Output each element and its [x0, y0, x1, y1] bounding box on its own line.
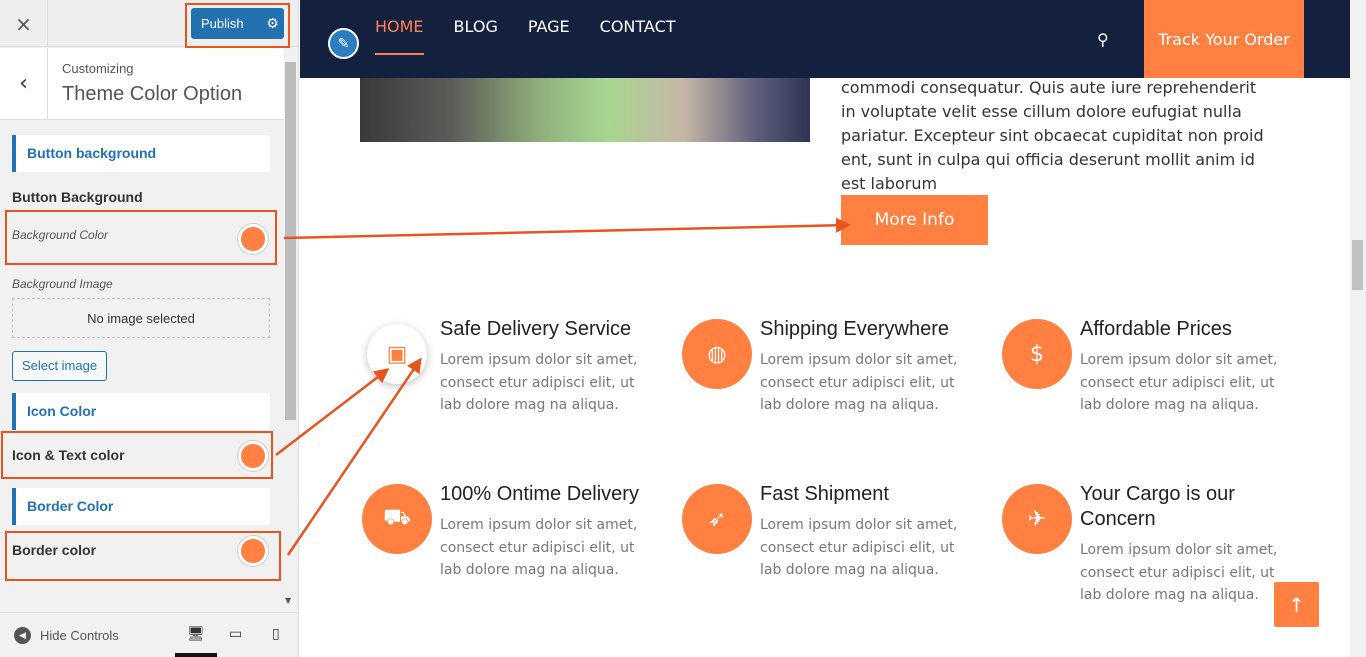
back-button[interactable]: ‹ [0, 48, 48, 119]
hide-controls-label: Hide Controls [40, 628, 119, 643]
hero-paragraph: commodi consequatur. Quis aute iure repr… [841, 78, 1264, 193]
tablet-icon[interactable]: ▭ [229, 626, 242, 642]
car-icon: ⛟ [362, 484, 432, 554]
customizer-sidebar: × Publish ⚙ ‹ Customizing Theme Color Op… [0, 0, 299, 657]
feature-card: ▣ Safe Delivery Service Lorem ipsum dolo… [362, 318, 662, 449]
more-info-button[interactable]: More Info [841, 195, 988, 245]
background-image-label: Background Image [12, 277, 113, 291]
feature-title: Affordable Prices [1080, 318, 1232, 340]
site-preview: ✎ HOME BLOG PAGE CONTACT ⚲ Track Your Or… [300, 0, 1366, 657]
dollar-icon: $ [1002, 319, 1072, 389]
border-color-section: Border Color [12, 488, 270, 525]
feature-card: ✈ Your Cargo is our Concern Lorem ipsum … [1002, 483, 1302, 614]
sidebar-scrollbar[interactable] [285, 62, 296, 420]
track-order-button[interactable]: Track Your Order [1144, 0, 1304, 78]
edit-pencil-icon[interactable]: ✎ [328, 28, 359, 59]
hide-controls-button[interactable]: ◀ Hide Controls [14, 627, 119, 644]
feature-title: Fast Shipment [760, 483, 889, 505]
preview-scrollbar[interactable] [1350, 0, 1366, 657]
site-header: ✎ HOME BLOG PAGE CONTACT ⚲ Track Your Or… [300, 0, 1350, 78]
feature-card: $ Affordable Prices Lorem ipsum dolor si… [1002, 318, 1302, 449]
feature-card: ➶ Fast Shipment Lorem ipsum dolor sit am… [682, 483, 982, 614]
button-background-section: Button background [12, 135, 270, 172]
highlight-border-color [5, 531, 281, 581]
plane-icon: ✈ [1002, 484, 1072, 554]
arrow-up-icon: ↑ [1288, 592, 1305, 617]
main-nav: HOME BLOG PAGE CONTACT [375, 17, 676, 55]
feature-title: Shipping Everywhere [760, 318, 949, 340]
desktop-icon[interactable]: 🖥 [187, 626, 205, 642]
highlight-publish [185, 3, 290, 48]
nav-home[interactable]: HOME [375, 17, 424, 55]
feature-title: Your Cargo is our Concern [1080, 483, 1235, 530]
collapse-icon: ◀ [14, 627, 31, 644]
feature-card: ◍ Shipping Everywhere Lorem ipsum dolor … [682, 318, 982, 449]
close-icon: × [15, 11, 32, 36]
hero-image [360, 78, 810, 142]
customizer-footer: ◀ Hide Controls 🖥 ▭ ▯ [0, 612, 298, 657]
nav-contact[interactable]: CONTACT [600, 17, 676, 55]
feature-text: Lorem ipsum dolor sit amet, consect etur… [440, 352, 638, 413]
no-image-placeholder: No image selected [12, 298, 270, 338]
search-icon[interactable]: ⚲ [1097, 30, 1109, 49]
preview-scroll-thumb[interactable] [1352, 240, 1363, 290]
chevron-left-icon: ‹ [19, 71, 28, 96]
mobile-icon[interactable]: ▯ [272, 626, 280, 642]
section-title: Theme Color Option [62, 83, 243, 105]
shopping-bag-icon: ▣ [367, 324, 427, 384]
back-to-top-button[interactable]: ↑ [1274, 582, 1319, 627]
active-device-indicator [175, 653, 217, 657]
highlight-icon-text-color [1, 431, 273, 479]
feature-text: Lorem ipsum dolor sit amet, consect etur… [440, 517, 638, 578]
feature-text: Lorem ipsum dolor sit amet, consect etur… [1080, 352, 1278, 413]
feature-text: Lorem ipsum dolor sit amet, consect etur… [760, 517, 958, 578]
feature-title: Safe Delivery Service [440, 318, 632, 340]
button-background-title: Button Background [12, 189, 143, 205]
feature-card: ⛟ 100% Ontime Delivery Lorem ipsum dolor… [362, 483, 662, 614]
globe-icon: ◍ [682, 319, 752, 389]
nav-page[interactable]: PAGE [528, 17, 570, 55]
scroll-down-icon[interactable]: ▼ [285, 596, 291, 605]
nav-blog[interactable]: BLOG [454, 17, 498, 55]
feature-title: 100% Ontime Delivery [440, 483, 639, 505]
feature-text: Lorem ipsum dolor sit amet, consect etur… [760, 352, 958, 413]
close-customizer-button[interactable]: × [0, 0, 48, 47]
select-image-button[interactable]: Select image [12, 351, 107, 381]
customizing-label: Customizing [62, 61, 134, 76]
section-header: ‹ Customizing Theme Color Option [0, 48, 284, 120]
shipment-icon: ➶ [682, 484, 752, 554]
feature-text: Lorem ipsum dolor sit amet, consect etur… [1080, 542, 1278, 603]
icon-color-section: Icon Color [12, 393, 270, 430]
highlight-background-color [5, 210, 277, 265]
